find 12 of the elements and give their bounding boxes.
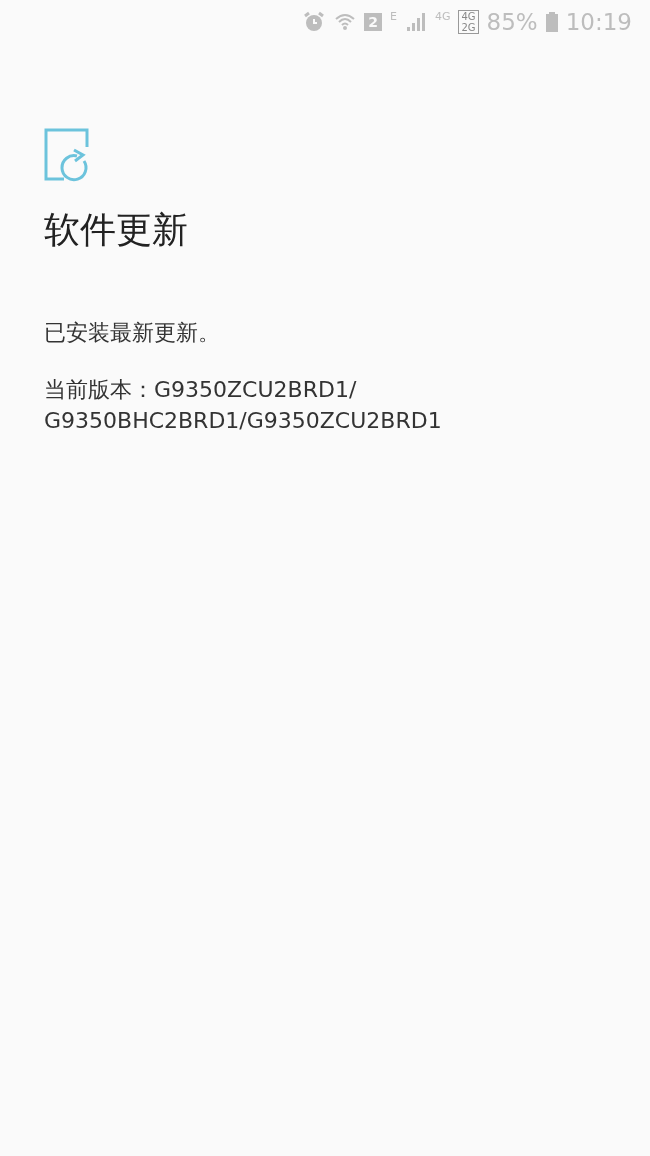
signal-icon (404, 11, 427, 33)
network-type-label: E (389, 10, 397, 23)
status-message: 已安装最新更新。 (44, 319, 221, 347)
battery-percent: 85% (486, 9, 538, 35)
clock: 10:19 (565, 9, 632, 35)
battery-icon (545, 11, 558, 33)
version-text: 当前版本：G9350ZCU2BRD1/G9350BHC2BRD1/G9350ZCU2BRD1 (44, 376, 443, 435)
dual-network-badge: 4G 2G (458, 10, 479, 34)
mobile-data-label: 4G (434, 10, 451, 23)
page-title: 软件更新 (44, 208, 189, 252)
sim-badge: 2 (364, 13, 382, 31)
wifi-icon (334, 11, 357, 33)
